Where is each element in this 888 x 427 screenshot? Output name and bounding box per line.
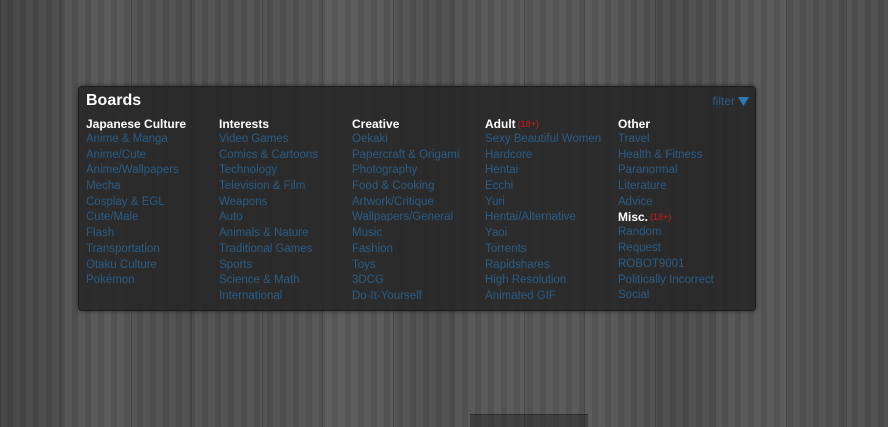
board-link[interactable]: Anime & Manga	[86, 132, 216, 148]
board-link[interactable]: Pokémon	[86, 273, 216, 289]
column-heading-label: Other	[618, 117, 651, 131]
board-link[interactable]: International	[219, 289, 349, 305]
column-japanese-culture: Japanese Culture Anime & Manga Anime/Cute…	[86, 117, 216, 289]
column-interests: Interests Video Games Comics & Cartoons Te…	[219, 117, 349, 305]
board-link[interactable]: Yaoi	[485, 226, 615, 242]
board-list: Oekaki Papercraft & Origami Photography Foo…	[352, 132, 482, 305]
board-link[interactable]: Transportation	[86, 242, 216, 258]
board-link[interactable]: Food & Cooking	[352, 179, 482, 195]
column-creative: Creative Oekaki Papercraft & Origami Photo…	[352, 117, 482, 305]
filter-label: filter	[712, 94, 735, 108]
board-link[interactable]: Cute/Male	[86, 210, 216, 226]
boards-panel: Boards filter Japanese Culture Anime & M…	[78, 86, 756, 311]
panel-title: Boards	[86, 92, 142, 109]
board-link[interactable]: Wallpapers/General	[352, 210, 482, 226]
board-link[interactable]: Paranormal	[618, 163, 748, 179]
triangle-down-icon	[738, 96, 749, 106]
column-heading-label: Japanese Culture	[86, 117, 187, 131]
board-link[interactable]: Television & Film	[219, 179, 349, 195]
board-link[interactable]: Weapons	[219, 195, 349, 211]
board-link[interactable]: Music	[352, 226, 482, 242]
misc-board-list: Random Request ROBOT9001 Politically Incorr…	[618, 225, 748, 303]
board-link[interactable]: Yuri	[485, 195, 615, 211]
board-link[interactable]: Ecchi	[485, 179, 615, 195]
board-link[interactable]: Sexy Beautiful Women	[485, 132, 615, 148]
board-link[interactable]: Random	[618, 225, 748, 241]
board-link[interactable]: Torrents	[485, 242, 615, 258]
misc-heading: Misc. (18+)	[618, 210, 748, 225]
board-link[interactable]: Request	[618, 241, 748, 257]
board-link[interactable]: Video Games	[219, 132, 349, 148]
filter-button[interactable]: filter	[712, 94, 749, 108]
board-link[interactable]: Social	[618, 288, 748, 304]
board-link[interactable]: Rapidshares	[485, 258, 615, 274]
nsfw-badge: (18+)	[650, 212, 672, 223]
board-link[interactable]: High Resolution	[485, 273, 615, 289]
board-link[interactable]: Do-It-Yourself	[352, 289, 482, 305]
board-link[interactable]: Science & Math	[219, 273, 349, 289]
board-link[interactable]: Travel	[618, 132, 748, 148]
board-link[interactable]: Literature	[618, 179, 748, 195]
column-other: Other Travel Health & Fitness Paranormal Li…	[618, 117, 748, 304]
board-link[interactable]: Oekaki	[352, 132, 482, 148]
nsfw-badge: (18+)	[517, 119, 539, 129]
board-link[interactable]: Fashion	[352, 242, 482, 258]
column-heading-label: Adult	[485, 117, 516, 131]
bottom-tab	[470, 414, 588, 427]
board-link[interactable]: Toys	[352, 258, 482, 274]
board-link[interactable]: Mecha	[86, 179, 216, 195]
board-link[interactable]: Animals & Nature	[219, 226, 349, 242]
board-link[interactable]: Anime/Cute	[86, 148, 216, 164]
board-link[interactable]: Hentai/Alternative	[485, 210, 615, 226]
board-link[interactable]: Otaku Culture	[86, 258, 216, 274]
board-link[interactable]: Advice	[618, 195, 748, 211]
board-link[interactable]: Sports	[219, 258, 349, 274]
board-link[interactable]: Auto	[219, 210, 349, 226]
board-link[interactable]: Hardcore	[485, 148, 615, 164]
board-link[interactable]: Animated GIF	[485, 289, 615, 305]
board-link[interactable]: Traditional Games	[219, 242, 349, 258]
misc-heading-label: Misc.	[618, 210, 649, 225]
board-list: Sexy Beautiful Women Hardcore Hentai Ecchi Y…	[485, 132, 615, 305]
board-link[interactable]: Anime/Wallpapers	[86, 163, 216, 179]
column-heading: Japanese Culture	[86, 117, 216, 132]
board-link[interactable]: Health & Fitness	[618, 148, 748, 164]
board-link[interactable]: Flash	[86, 226, 216, 242]
board-link[interactable]: ROBOT9001	[618, 257, 748, 273]
board-link[interactable]: 3DCG	[352, 273, 482, 289]
board-list: Anime & Manga Anime/Cute Anime/Wallpapers M…	[86, 132, 216, 289]
board-list: Video Games Comics & Cartoons Technology Te…	[219, 132, 349, 305]
column-heading: Adult (18+)	[485, 117, 615, 132]
board-list: Travel Health & Fitness Paranormal Literatu…	[618, 132, 748, 210]
column-heading-label: Creative	[352, 117, 400, 131]
board-link[interactable]: Technology	[219, 163, 349, 179]
board-link[interactable]: Photography	[352, 163, 482, 179]
board-link[interactable]: Comics & Cartoons	[219, 148, 349, 164]
board-link[interactable]: Artwork/Critique	[352, 195, 482, 211]
column-heading: Interests	[219, 117, 349, 132]
board-link[interactable]: Cosplay & EGL	[86, 195, 216, 211]
board-link[interactable]: Politically Incorrect	[618, 273, 748, 289]
column-adult: Adult (18+) Sexy Beautiful Women Hardcore H…	[485, 117, 615, 305]
column-heading-label: Interests	[219, 117, 270, 131]
board-link[interactable]: Papercraft & Origami	[352, 148, 482, 164]
board-link[interactable]: Hentai	[485, 163, 615, 179]
column-heading: Creative	[352, 117, 482, 132]
column-heading: Other	[618, 117, 748, 132]
